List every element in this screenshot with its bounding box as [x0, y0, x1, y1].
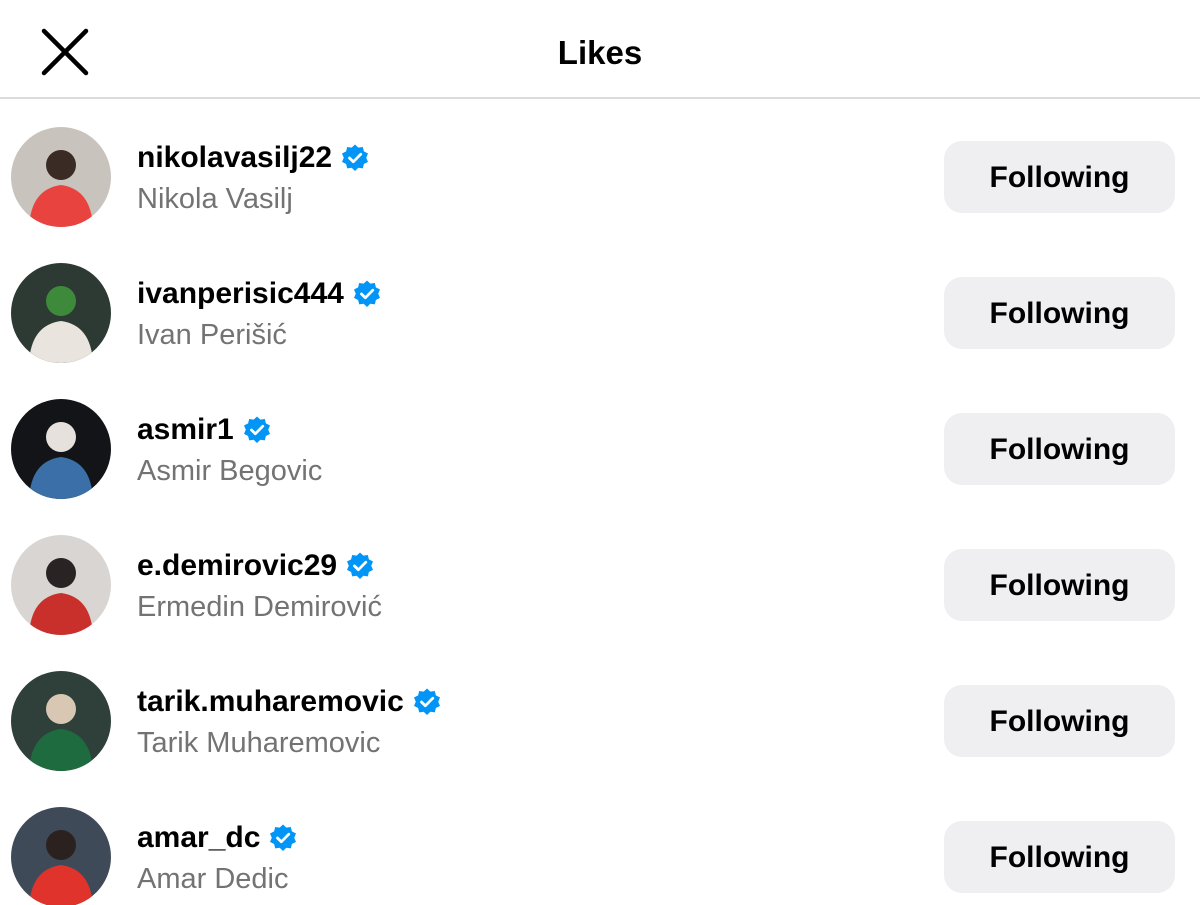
- full-name: Amar Dedic: [137, 863, 289, 895]
- avatar-image: [11, 127, 111, 227]
- avatar-image: [11, 263, 111, 363]
- following-button[interactable]: Following: [944, 413, 1175, 485]
- following-button[interactable]: Following: [944, 685, 1175, 757]
- avatar-image: [11, 671, 111, 771]
- following-button[interactable]: Following: [944, 277, 1175, 349]
- username[interactable]: amar_dc: [137, 817, 260, 859]
- full-name: Asmir Begovic: [137, 455, 323, 487]
- username[interactable]: tarik.muharemovic: [137, 681, 404, 723]
- verified-badge-icon: [340, 143, 370, 173]
- following-button[interactable]: Following: [944, 141, 1175, 213]
- verified-badge-icon: [268, 823, 298, 853]
- avatar-image: [11, 807, 111, 905]
- list-item: amar_dc Amar Dedic Following: [0, 779, 1200, 905]
- list-item: tarik.muharemovic Tarik Muharemovic Foll…: [0, 643, 1200, 779]
- avatar-image: [11, 399, 111, 499]
- avatar[interactable]: [11, 671, 111, 771]
- likes-header: Likes: [0, 0, 1200, 99]
- avatar[interactable]: [11, 535, 111, 635]
- list-item: e.demirovic29 Ermedin Demirović Followin…: [0, 507, 1200, 643]
- full-name: Ermedin Demirović: [137, 591, 382, 623]
- avatar[interactable]: [11, 399, 111, 499]
- username[interactable]: e.demirovic29: [137, 545, 337, 587]
- likes-list: nikolavasilj22 Nikola Vasilj Following i…: [0, 99, 1200, 905]
- username[interactable]: asmir1: [137, 409, 234, 451]
- following-button[interactable]: Following: [944, 821, 1175, 893]
- username[interactable]: ivanperisic444: [137, 273, 344, 315]
- verified-badge-icon: [352, 279, 382, 309]
- verified-badge-icon: [345, 551, 375, 581]
- list-item: nikolavasilj22 Nikola Vasilj Following: [0, 99, 1200, 235]
- avatar[interactable]: [11, 127, 111, 227]
- list-item: asmir1 Asmir Begovic Following: [0, 371, 1200, 507]
- username[interactable]: nikolavasilj22: [137, 137, 332, 179]
- following-button[interactable]: Following: [944, 549, 1175, 621]
- full-name: Ivan Perišić: [137, 319, 287, 351]
- verified-badge-icon: [412, 687, 442, 717]
- full-name: Tarik Muharemovic: [137, 727, 381, 759]
- avatar[interactable]: [11, 807, 111, 905]
- full-name: Nikola Vasilj: [137, 183, 293, 215]
- avatar[interactable]: [11, 263, 111, 363]
- avatar-image: [11, 535, 111, 635]
- list-item: ivanperisic444 Ivan Perišić Following: [0, 235, 1200, 371]
- page-title: Likes: [557, 34, 643, 71]
- verified-badge-icon: [242, 415, 272, 445]
